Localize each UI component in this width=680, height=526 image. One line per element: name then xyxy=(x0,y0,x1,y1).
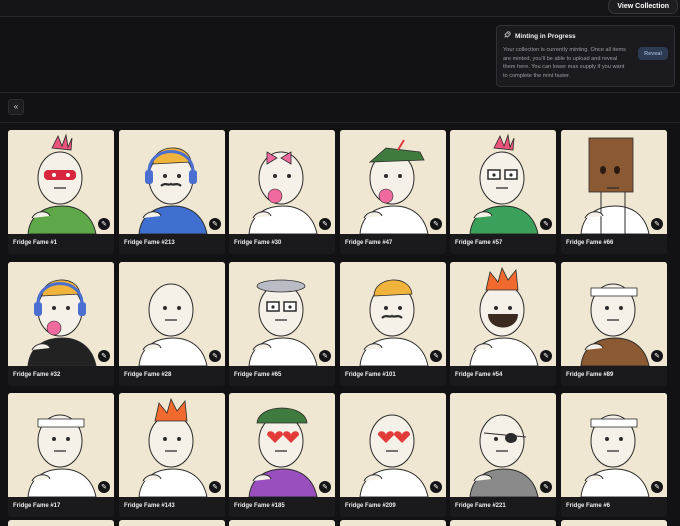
nft-name: Fridge Fame #47 xyxy=(345,240,393,246)
nft-card[interactable]: ✎ Fridge Fame #185 xyxy=(229,393,335,517)
pencil-icon[interactable]: ✎ xyxy=(540,350,552,362)
nft-name: Fridge Fame #66 xyxy=(566,240,614,246)
pencil-icon[interactable]: ✎ xyxy=(430,350,442,362)
next-row-peek xyxy=(8,520,114,526)
nft-name: Fridge Fame #6 xyxy=(566,503,611,509)
pencil-icon[interactable]: ✎ xyxy=(430,218,442,230)
nft-image xyxy=(119,130,225,234)
next-row-peek xyxy=(119,520,225,526)
nft-card[interactable]: ✎ Fridge Fame #1 xyxy=(8,130,114,254)
pencil-icon[interactable]: ✎ xyxy=(540,218,552,230)
nft-card[interactable]: ✎ Fridge Fame #32 xyxy=(8,262,114,386)
nft-name: Fridge Fame #54 xyxy=(455,372,503,378)
nft-name: Fridge Fame #143 xyxy=(124,503,175,509)
nft-card[interactable]: ✎ Fridge Fame #6 xyxy=(561,393,667,517)
nft-image xyxy=(229,130,335,234)
nft-card[interactable]: ✎ Fridge Fame #57 xyxy=(450,130,556,254)
nft-card[interactable]: ✎ Fridge Fame #143 xyxy=(119,393,225,517)
nft-image xyxy=(340,393,446,497)
nft-name: Fridge Fame #65 xyxy=(234,372,282,378)
pencil-icon[interactable]: ✎ xyxy=(209,218,221,230)
nft-card[interactable]: ✎ Fridge Fame #221 xyxy=(450,393,556,517)
divider xyxy=(0,122,680,123)
nft-card[interactable]: ✎ Fridge Fame #17 xyxy=(8,393,114,517)
pencil-icon[interactable]: ✎ xyxy=(651,218,663,230)
nft-image xyxy=(8,393,114,497)
nft-card[interactable]: ✎ Fridge Fame #47 xyxy=(340,130,446,254)
nft-card[interactable]: ✎ Fridge Fame #65 xyxy=(229,262,335,386)
minting-message: Your collection is currently minting. On… xyxy=(503,47,626,79)
nft-name: Fridge Fame #28 xyxy=(124,372,172,378)
nft-image xyxy=(229,393,335,497)
nft-image xyxy=(340,130,446,234)
nft-image xyxy=(561,130,667,234)
pencil-icon[interactable]: ✎ xyxy=(651,350,663,362)
nft-image xyxy=(119,262,225,366)
pencil-icon[interactable]: ✎ xyxy=(540,481,552,493)
nft-card[interactable]: ✎ Fridge Fame #101 xyxy=(340,262,446,386)
nft-card[interactable]: ✎ Fridge Fame #89 xyxy=(561,262,667,386)
next-row-peek xyxy=(450,520,556,526)
next-row-peek xyxy=(229,520,335,526)
nft-card[interactable]: ✎ Fridge Fame #213 xyxy=(119,130,225,254)
nft-name: Fridge Fame #32 xyxy=(13,372,61,378)
minting-status-card: Minting in Progress Your collection is c… xyxy=(496,25,675,87)
nft-card[interactable]: ✎ Fridge Fame #54 xyxy=(450,262,556,386)
nft-image xyxy=(450,130,556,234)
nft-name: Fridge Fame #185 xyxy=(234,503,285,509)
nft-name: Fridge Fame #221 xyxy=(455,503,506,509)
reveal-button[interactable]: Reveal xyxy=(638,47,668,60)
nft-image xyxy=(561,262,667,366)
nft-card[interactable]: ✎ Fridge Fame #28 xyxy=(119,262,225,386)
nft-image xyxy=(8,262,114,366)
pencil-icon[interactable]: ✎ xyxy=(430,481,442,493)
nft-image xyxy=(450,393,556,497)
pencil-icon[interactable]: ✎ xyxy=(319,350,331,362)
minting-title: Minting in Progress xyxy=(515,32,576,40)
minting-title-row: Minting in Progress xyxy=(503,31,668,41)
banner-area: Minting in Progress Your collection is c… xyxy=(0,18,680,93)
next-row-peek xyxy=(340,520,446,526)
nft-name: Fridge Fame #30 xyxy=(234,240,282,246)
next-row-peek xyxy=(561,520,667,526)
nft-image xyxy=(340,262,446,366)
rocket-icon xyxy=(503,31,511,41)
pencil-icon[interactable]: ✎ xyxy=(98,350,110,362)
top-bar: View Collection xyxy=(0,0,680,17)
pencil-icon[interactable]: ✎ xyxy=(98,481,110,493)
nft-card[interactable]: ✎ Fridge Fame #209 xyxy=(340,393,446,517)
pencil-icon[interactable]: ✎ xyxy=(209,481,221,493)
nft-name: Fridge Fame #89 xyxy=(566,372,614,378)
pencil-icon[interactable]: ✎ xyxy=(319,481,331,493)
nft-name: Fridge Fame #213 xyxy=(124,240,175,246)
nft-card[interactable]: ✎ Fridge Fame #66 xyxy=(561,130,667,254)
pencil-icon[interactable]: ✎ xyxy=(319,218,331,230)
nft-image xyxy=(450,262,556,366)
nft-image xyxy=(229,262,335,366)
nft-image xyxy=(561,393,667,497)
nft-image xyxy=(119,393,225,497)
nft-name: Fridge Fame #17 xyxy=(13,503,61,509)
double-chevron-left-icon[interactable]: « xyxy=(8,99,24,115)
view-collection-button[interactable]: View Collection xyxy=(608,0,678,14)
pencil-icon[interactable]: ✎ xyxy=(98,218,110,230)
pencil-icon[interactable]: ✎ xyxy=(651,481,663,493)
nft-name: Fridge Fame #209 xyxy=(345,503,396,509)
nft-name: Fridge Fame #1 xyxy=(13,240,58,246)
nft-image xyxy=(8,130,114,234)
nft-name: Fridge Fame #101 xyxy=(345,372,396,378)
nft-name: Fridge Fame #57 xyxy=(455,240,503,246)
nft-card[interactable]: ✎ Fridge Fame #30 xyxy=(229,130,335,254)
pencil-icon[interactable]: ✎ xyxy=(209,350,221,362)
